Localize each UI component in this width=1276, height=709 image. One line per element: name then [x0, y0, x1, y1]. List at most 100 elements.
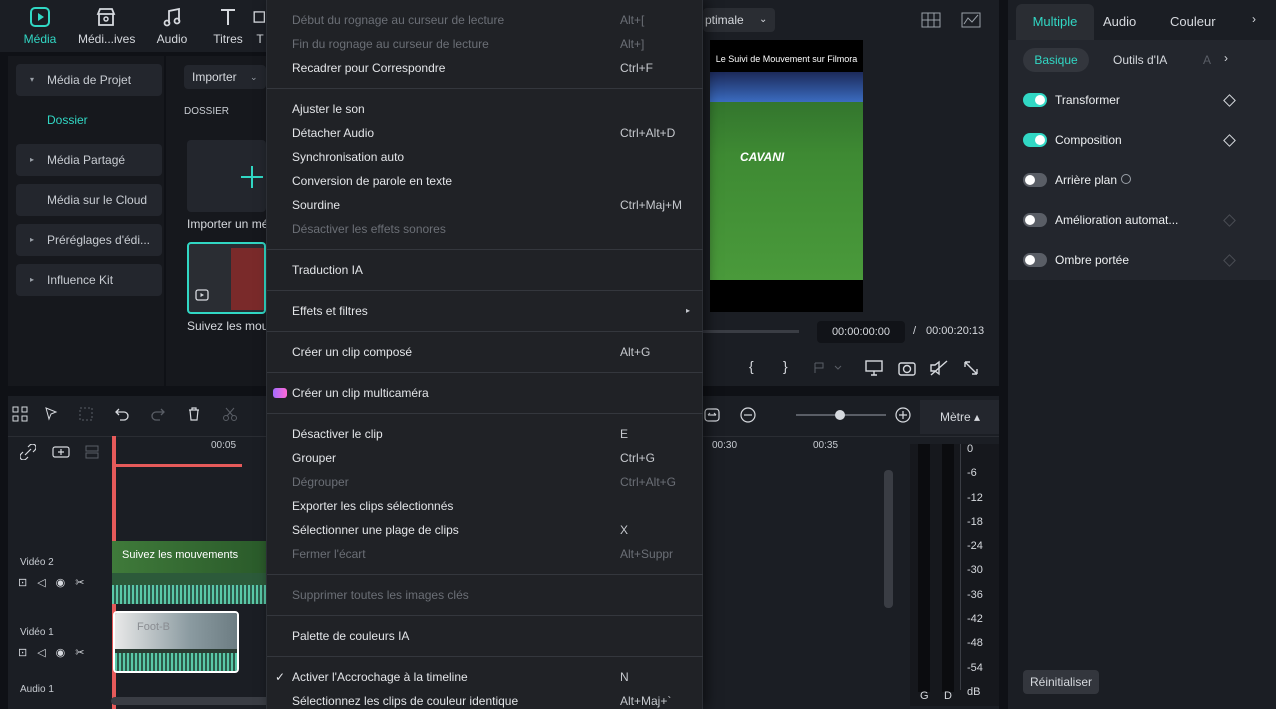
import-button[interactable]: Importer ⌄ [184, 65, 266, 89]
chevron-right-icon: ▸ [30, 275, 35, 284]
track-layout-icon[interactable] [84, 444, 100, 460]
track-controls-video-2[interactable]: ⊡◁◉✂ [18, 576, 95, 589]
fit-timeline-icon[interactable] [704, 407, 720, 423]
tab-titles[interactable]: Titres [200, 6, 256, 46]
grid-view-icon[interactable] [921, 12, 941, 28]
crop-tool-icon[interactable] [78, 406, 94, 422]
media-clip-thumbnail[interactable] [187, 242, 266, 314]
video-clip-icon [195, 289, 209, 301]
mark-out-icon[interactable]: } [783, 358, 788, 374]
tab-multiple[interactable]: Multiple [1016, 4, 1094, 40]
composition-toggle[interactable] [1023, 133, 1047, 147]
meter-dropdown[interactable]: Mètre ▴ [920, 400, 999, 434]
menu-item-ai-color-palette[interactable]: Palette de couleurs IA [267, 625, 703, 647]
clip-video-1[interactable]: Foot-B [113, 611, 239, 673]
total-timecode: 00:00:20:13 [926, 325, 985, 337]
mark-in-icon[interactable]: { [749, 358, 754, 374]
marker-icon[interactable] [813, 362, 843, 374]
clip-video-1-waveform [115, 653, 237, 671]
menu-item-speech-to-text[interactable]: Conversion de parole en texte [267, 170, 703, 192]
menu-item-effects-filters[interactable]: Effets et filtres ▸ [267, 300, 703, 322]
select-tool-icon[interactable] [44, 406, 60, 422]
clip-video-2[interactable]: Suivez les mouvements [112, 541, 266, 604]
menu-item-delete-keyframes: Supprimer toutes les images clés [292, 588, 469, 602]
zoom-out-icon[interactable] [740, 407, 756, 423]
help-icon[interactable] [1121, 174, 1131, 184]
menu-item-mute[interactable]: Sourdine Ctrl+Maj+M [267, 194, 703, 216]
menu-item-multicam-clip[interactable]: Créer un clip multicaméra [267, 382, 703, 404]
zoom-slider-handle[interactable] [835, 410, 845, 420]
menu-item-export-selected[interactable]: Exporter les clips sélectionnés [267, 495, 703, 517]
sidebar-item-shared-media[interactable]: ▸ Média Partagé [16, 144, 162, 176]
menu-item-detach-audio[interactable]: Détacher Audio Ctrl+Alt+D [267, 122, 703, 144]
work-area-marker[interactable] [116, 464, 242, 467]
context-menu: Début du rognage au curseur de lecture Al… [266, 0, 703, 709]
display-icon[interactable] [865, 360, 883, 376]
add-track-icon[interactable] [52, 444, 70, 460]
menu-item-ungroup: Dégrouper Ctrl+Alt+G [292, 475, 677, 489]
tab-audio[interactable]: Audio [144, 6, 200, 46]
sidebar-item-label: Média de Projet [47, 73, 132, 87]
tab-stock-media[interactable]: Médi...ives [78, 6, 135, 46]
playback-progress[interactable] [703, 330, 799, 333]
menu-item-disable-clip[interactable]: Désactiver le clip E [267, 423, 703, 445]
undo-icon[interactable] [114, 406, 130, 422]
subtab-basic[interactable]: Basique [1023, 48, 1089, 72]
sidebar-item-label: Préréglages d'édi... [47, 233, 151, 247]
sidebar-item-presets[interactable]: ▸ Préréglages d'édi... [16, 224, 162, 256]
reset-button[interactable]: Réinitialiser [1023, 670, 1099, 694]
text-icon [221, 9, 235, 25]
menu-item-select-same-color[interactable]: Sélectionnez les clips de couleur identi… [267, 690, 703, 709]
quality-dropdown[interactable]: ptimale ⌄ [703, 8, 775, 32]
menu-item-select-range[interactable]: Sélectionner une plage de clips X [267, 519, 703, 541]
ruler-label: 00:30 [712, 440, 738, 451]
subtab-ai-tools[interactable]: Outils d'IA [1113, 53, 1167, 67]
timeline-scrollbar[interactable] [111, 697, 271, 705]
menu-item-adjust-audio[interactable]: Ajuster le son [267, 98, 703, 120]
menu-item-auto-sync[interactable]: Synchronisation auto [267, 146, 703, 168]
snapshot-icon[interactable] [898, 360, 916, 376]
chevron-right-icon[interactable]: › [1224, 51, 1228, 65]
tab-media[interactable]: Média [12, 6, 68, 46]
scopes-icon[interactable] [961, 12, 981, 28]
vertical-scrollbar[interactable] [884, 470, 893, 608]
current-timecode[interactable]: 00:00:00:00 [817, 321, 905, 343]
sidebar-item-label: Influence Kit [47, 273, 114, 287]
video-overlay-title: Le Suivi de Mouvement sur Filmora [715, 54, 858, 64]
tab-audio-props[interactable]: Audio [1103, 14, 1136, 29]
tab-color[interactable]: Couleur [1170, 14, 1216, 29]
transform-toggle[interactable] [1023, 93, 1047, 107]
layout-icon[interactable] [12, 406, 28, 422]
subtab-more[interactable]: A [1203, 53, 1211, 67]
drop-shadow-toggle[interactable] [1023, 253, 1047, 267]
plus-icon [241, 166, 263, 188]
sidebar-item-folder[interactable]: Dossier [16, 104, 162, 136]
sidebar-item-project-media[interactable]: ▾ Média de Projet [16, 64, 162, 96]
audio-off-icon[interactable] [929, 360, 949, 376]
menu-item-group[interactable]: Grouper Ctrl+G [267, 447, 703, 469]
redo-icon[interactable] [150, 406, 166, 422]
fullscreen-icon[interactable] [963, 360, 979, 376]
track-controls-video-1[interactable]: ⊡◁◉✂ [18, 646, 95, 659]
auto-enhance-toggle[interactable] [1023, 213, 1047, 227]
background-toggle[interactable] [1023, 173, 1047, 187]
track-label-video-1: Vidéo 1 [20, 627, 54, 638]
chevron-right-icon[interactable]: › [1252, 12, 1256, 26]
import-media-tile[interactable] [187, 140, 266, 212]
sidebar-item-label: Média Partagé [47, 153, 126, 167]
link-off-icon[interactable] [20, 444, 36, 460]
delete-icon[interactable] [186, 406, 202, 422]
chevron-right-icon: ▸ [30, 155, 35, 164]
zoom-in-icon[interactable] [895, 407, 911, 423]
menu-item-crop-to-fit[interactable]: Recadrer pour Correspondre Ctrl+F [267, 57, 703, 79]
menu-item-compound-clip[interactable]: Créer un clip composé Alt+G [267, 341, 703, 363]
split-icon[interactable] [222, 406, 238, 422]
video-frame[interactable]: CAVANI Le Suivi de Mouvement sur Filmora [710, 40, 863, 312]
sidebar-item-influence-kit[interactable]: ▸ Influence Kit [16, 264, 162, 296]
sidebar-item-label: Média sur le Cloud [47, 193, 148, 207]
media-sidebar: ▾ Média de Projet Dossier ▸ Média Partag… [8, 56, 164, 386]
menu-item-timeline-snapping[interactable]: ✓ Activer l'Accrochage à la timeline N [267, 666, 703, 688]
menu-item-ai-translation[interactable]: Traduction IA [267, 259, 703, 281]
sidebar-item-cloud-media[interactable]: Média sur le Cloud [16, 184, 162, 216]
top-navigation: Média Médi...ives Audio Titres T [0, 0, 266, 52]
